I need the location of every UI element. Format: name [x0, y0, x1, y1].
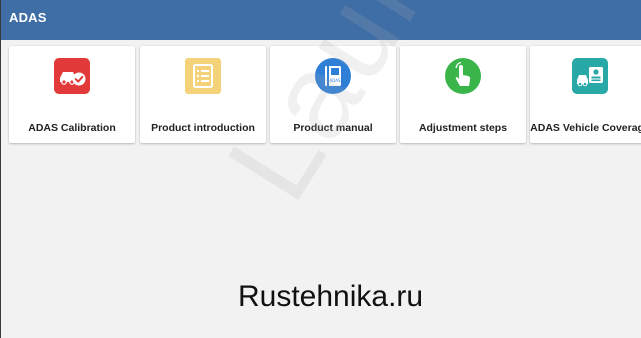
card-label: Adjustment steps [418, 122, 508, 134]
card-adjustment-steps[interactable]: Adjustment steps [400, 46, 526, 143]
title-bar: ADAS [1, 0, 641, 40]
site-caption: Rustehnika.ru [238, 280, 424, 313]
manual-book-icon: ADAS [315, 58, 351, 94]
card-adas-calibration[interactable]: ADAS Calibration [9, 46, 135, 143]
card-label: ADAS Calibration [28, 122, 116, 134]
svg-text:ADAS: ADAS [329, 78, 340, 83]
document-list-icon [185, 58, 221, 94]
card-label: Product manual [293, 122, 373, 134]
card-product-manual[interactable]: ADAS Product manual [270, 46, 396, 143]
vehicle-coverage-icon [572, 58, 608, 94]
card-product-introduction[interactable]: Product introduction [140, 46, 266, 143]
car-check-icon [54, 58, 90, 94]
tap-hand-icon [445, 58, 481, 94]
function-cards: ADAS Calibration Product introduction AD… [9, 46, 641, 143]
window-title: ADAS [9, 10, 47, 25]
card-adas-vehicle-coverage[interactable]: ADAS Vehicle Coverage [530, 46, 641, 143]
card-label: Product introduction [151, 122, 255, 134]
card-label: ADAS Vehicle Coverage [530, 122, 641, 134]
